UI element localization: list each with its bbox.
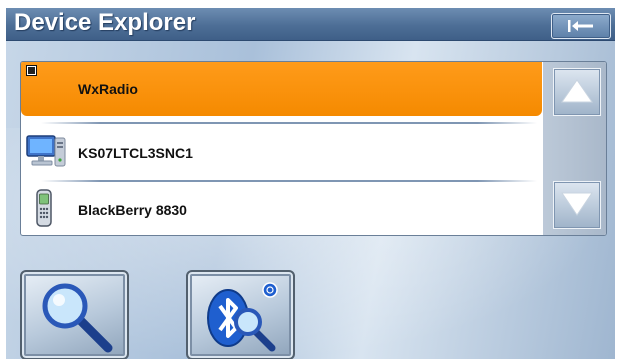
device-screen: Device Explorer WxRadio KS07LTCL3SNC1 Bl… — [6, 8, 615, 359]
mobile-phone-icon — [33, 189, 55, 234]
bluetooth-search-icon — [207, 282, 278, 352]
device-name: KS07LTCL3SNC1 — [78, 145, 193, 161]
title-bar: Device Explorer — [6, 8, 615, 41]
list-item[interactable]: BlackBerry 8830 — [21, 183, 542, 235]
computer-icon — [25, 132, 69, 177]
bluetooth-search-button[interactable] — [186, 270, 295, 359]
device-list: WxRadio KS07LTCL3SNC1 BlackBerry 8830 — [20, 61, 607, 236]
list-item[interactable]: WxRadio — [21, 62, 542, 116]
window-title: Device Explorer — [14, 9, 196, 36]
magnifier-icon — [42, 283, 113, 353]
list-divider — [41, 180, 537, 182]
scroll-up-arrow-icon — [561, 79, 593, 103]
back-button[interactable] — [551, 13, 611, 39]
scroll-down-arrow-icon — [561, 192, 593, 216]
device-name: WxRadio — [78, 81, 138, 97]
back-arrow-icon — [568, 20, 593, 32]
device-name: BlackBerry 8830 — [78, 202, 187, 218]
scroll-up-button[interactable] — [553, 68, 601, 116]
list-divider — [41, 122, 537, 124]
scrollbar[interactable] — [543, 62, 606, 235]
checkbox-icon[interactable] — [26, 65, 37, 76]
list-item[interactable]: KS07LTCL3SNC1 — [21, 126, 542, 180]
scroll-down-button[interactable] — [553, 181, 601, 229]
search-button[interactable] — [20, 270, 129, 359]
